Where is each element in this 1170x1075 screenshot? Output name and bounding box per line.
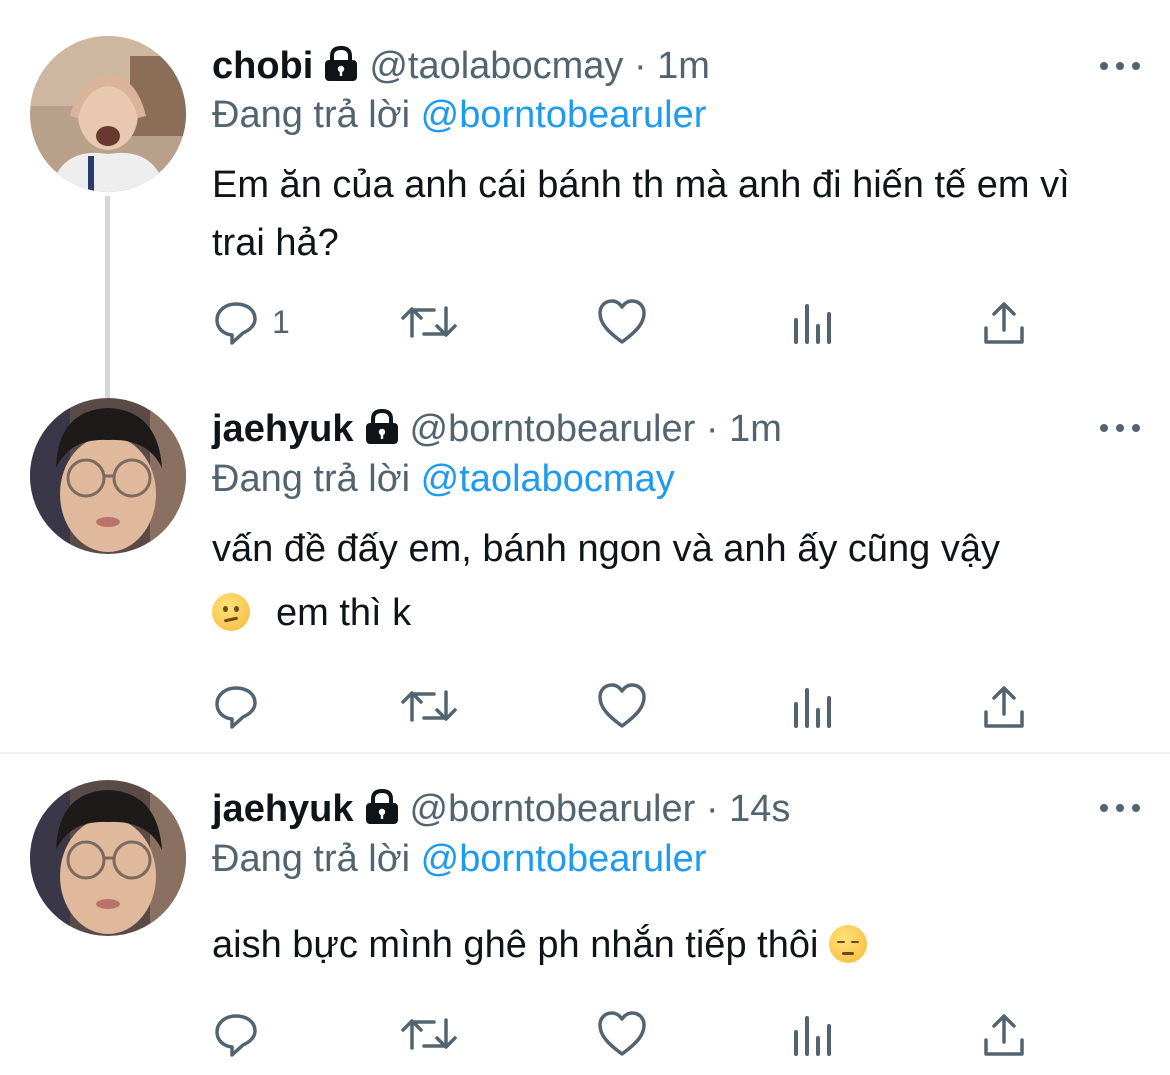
retweet-icon <box>401 306 457 338</box>
replying-to: Đang trả lời @taolabocmay <box>212 456 675 502</box>
avatar[interactable] <box>30 780 186 936</box>
display-name[interactable]: chobi <box>212 45 313 87</box>
user-handle[interactable]: @taolabocmay <box>369 45 623 87</box>
analytics-button[interactable] <box>792 298 834 346</box>
reply-count: 1 <box>272 303 290 340</box>
share-button[interactable] <box>982 1010 1026 1058</box>
tweet-header: jaehyuk @borntobearuler · 1m <box>212 406 782 456</box>
reply-button[interactable]: 1 <box>212 298 290 346</box>
avatar[interactable] <box>30 36 186 192</box>
share-button[interactable] <box>982 298 1026 346</box>
separator-dot: · <box>705 788 719 830</box>
tweet-text: aish bực mình ghê ph nhắn tiếp thôi <box>212 916 1132 974</box>
tweet-divider <box>0 752 1170 754</box>
more-options-icon[interactable] <box>1100 798 1140 818</box>
lock-icon <box>362 788 402 836</box>
replying-label: Đang trả lời <box>212 94 411 136</box>
reply-mention-link[interactable]: @borntobearuler <box>421 94 707 136</box>
heart-icon <box>598 1011 646 1056</box>
tweet-2[interactable]: jaehyuk @borntobearuler · 1m Đang trả lời… <box>0 380 1170 752</box>
reply-button[interactable] <box>212 1010 260 1058</box>
replying-to: Đang trả lời @borntobearuler <box>212 92 706 138</box>
retweet-button[interactable] <box>400 298 458 346</box>
analytics-icon <box>794 304 831 344</box>
user-handle[interactable]: @borntobearuler <box>410 788 696 830</box>
display-name[interactable]: jaehyuk <box>212 408 354 450</box>
pensive-face-icon <box>828 925 867 963</box>
reply-icon <box>215 686 257 729</box>
retweet-button[interactable] <box>400 682 458 730</box>
like-button[interactable] <box>597 298 647 346</box>
replying-to: Đang trả lời @borntobearuler <box>212 836 706 882</box>
analytics-icon <box>794 1016 831 1056</box>
share-icon <box>984 302 1024 344</box>
share-button[interactable] <box>982 682 1026 730</box>
heart-icon <box>598 683 646 728</box>
display-name[interactable]: jaehyuk <box>212 788 354 830</box>
tweet-text-line2: em thì k <box>276 592 412 634</box>
reply-icon <box>215 1014 257 1057</box>
more-options-icon[interactable] <box>1100 56 1140 76</box>
like-button[interactable] <box>597 682 647 730</box>
tweet-text: vấn đề đấy em, bánh ngon và anh ấy cũng … <box>212 520 1132 642</box>
tweet-text-line: em thì k <box>212 584 1132 642</box>
analytics-icon <box>794 688 831 728</box>
user-handle[interactable]: @borntobearuler <box>410 408 696 450</box>
tweet-actions: 1 <box>212 298 1042 350</box>
heart-icon <box>598 299 646 344</box>
tweet-text-content: aish bực mình ghê ph nhắn tiếp thôi <box>212 924 819 966</box>
reply-mention-link[interactable]: @taolabocmay <box>421 458 675 500</box>
analytics-button[interactable] <box>792 1010 834 1058</box>
timestamp[interactable]: 1m <box>657 45 710 87</box>
share-icon <box>984 686 1024 728</box>
retweet-button[interactable] <box>400 1010 458 1058</box>
tweet-1[interactable]: chobi @taolabocmay · 1m Đang trả lời @bor… <box>0 0 1170 380</box>
like-button[interactable] <box>597 1010 647 1058</box>
tweet-header: chobi @taolabocmay · 1m <box>212 43 710 93</box>
timestamp[interactable]: 14s <box>729 788 790 830</box>
lock-icon <box>321 45 361 93</box>
more-options-icon[interactable] <box>1100 418 1140 438</box>
retweet-icon <box>401 1018 457 1050</box>
lock-icon <box>362 408 402 456</box>
tweet-3[interactable]: jaehyuk @borntobearuler · 14s Đang trả lờ… <box>0 760 1170 1075</box>
analytics-button[interactable] <box>792 682 834 730</box>
separator-dot: · <box>633 45 647 87</box>
tweet-header: jaehyuk @borntobearuler · 14s <box>212 786 790 836</box>
retweet-icon <box>401 690 457 722</box>
tweet-actions <box>212 682 1042 734</box>
separator-dot: · <box>705 408 719 450</box>
reply-icon <box>215 302 257 345</box>
tweet-text-line: vấn đề đấy em, bánh ngon và anh ấy cũng … <box>212 528 1000 570</box>
reply-button[interactable] <box>212 682 260 730</box>
share-icon <box>984 1014 1024 1056</box>
timestamp[interactable]: 1m <box>729 408 782 450</box>
replying-label: Đang trả lời <box>212 458 411 500</box>
replying-label: Đang trả lời <box>212 838 411 880</box>
avatar[interactable] <box>30 398 186 554</box>
tweet-text: Em ăn của anh cái bánh th mà anh đi hiến… <box>212 164 1070 264</box>
tweet-actions <box>212 1010 1042 1062</box>
confused-face-icon <box>212 593 250 631</box>
reply-mention-link[interactable]: @borntobearuler <box>421 838 707 880</box>
